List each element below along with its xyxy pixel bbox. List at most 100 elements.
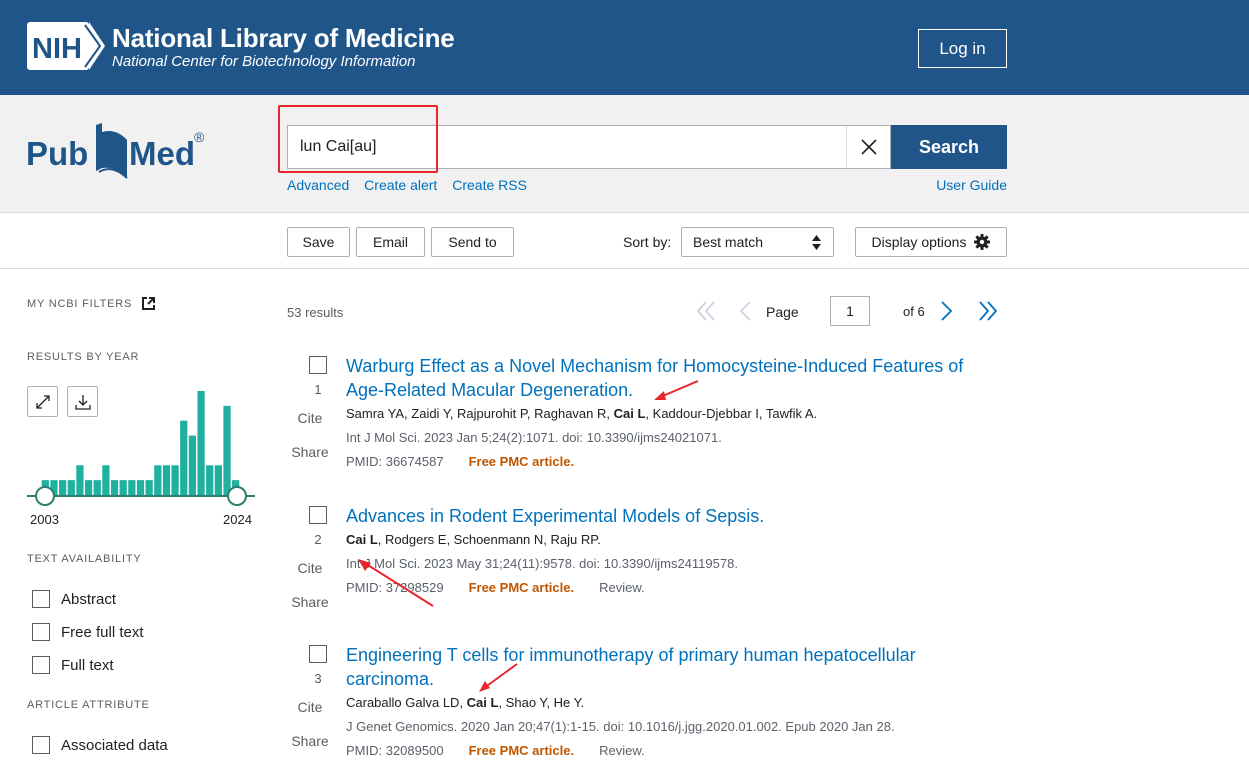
nih-header: NIH National Library of Medicine Nationa… bbox=[0, 0, 1249, 95]
search-input[interactable] bbox=[288, 126, 848, 168]
my-ncbi-filters-label: MY NCBI FILTERS bbox=[27, 297, 133, 310]
clear-search-button[interactable] bbox=[846, 126, 890, 168]
result-number: 1 bbox=[314, 382, 322, 397]
results-by-year-heading: RESULTS BY YEAR bbox=[27, 351, 140, 363]
sort-label: Sort by: bbox=[623, 234, 672, 250]
filter-abstract[interactable]: Abstract bbox=[32, 590, 116, 608]
pubmed-logo-right: Med bbox=[129, 135, 195, 172]
result-authors: Samra YA, Zaidi Y, Rajpurohit P, Raghava… bbox=[346, 406, 818, 421]
result-title-link[interactable]: Advances in Rodent Experimental Models o… bbox=[346, 504, 976, 528]
sort-select[interactable]: Best match bbox=[681, 227, 834, 257]
nih-logo[interactable]: NIH bbox=[27, 22, 105, 70]
page-of-total: of 6 bbox=[903, 304, 925, 319]
display-options-button[interactable]: Display options bbox=[855, 227, 1007, 257]
send-to-button[interactable]: Send to bbox=[431, 227, 514, 257]
result-checkbox[interactable] bbox=[309, 356, 327, 374]
review-badge: Review. bbox=[599, 743, 645, 758]
year-bar[interactable] bbox=[223, 405, 231, 495]
result-meta: PMID: 36674587 Free PMC article. bbox=[346, 454, 574, 469]
search-band: Pub Med ® Search Advanced Create alert C… bbox=[0, 95, 1249, 213]
year-bar[interactable] bbox=[154, 465, 162, 495]
search-box bbox=[287, 125, 891, 169]
free-pmc-badge: Free PMC article. bbox=[468, 454, 575, 469]
year-start-handle[interactable] bbox=[35, 486, 55, 506]
my-ncbi-filters[interactable]: MY NCBI FILTERS bbox=[27, 297, 156, 310]
search-button[interactable]: Search bbox=[891, 125, 1007, 169]
year-bar[interactable] bbox=[188, 435, 197, 495]
highlighted-author: Cai L bbox=[613, 406, 646, 421]
cite-button[interactable]: Cite bbox=[287, 560, 333, 576]
year-end-handle[interactable] bbox=[227, 486, 247, 506]
result-citation: Int J Mol Sci. 2023 Jan 5;24(2):1071. do… bbox=[346, 430, 722, 445]
year-bar[interactable] bbox=[67, 480, 75, 495]
filter-free-full-text[interactable]: Free full text bbox=[32, 623, 144, 641]
checkbox[interactable] bbox=[32, 590, 50, 608]
login-button[interactable]: Log in bbox=[918, 29, 1007, 68]
review-badge: Review. bbox=[599, 580, 645, 595]
prev-page-icon[interactable] bbox=[738, 300, 752, 322]
year-bar[interactable] bbox=[119, 480, 127, 495]
result-citation: Int J Mol Sci. 2023 May 31;24(11):9578. … bbox=[346, 556, 738, 571]
last-page-icon[interactable] bbox=[977, 300, 999, 322]
filter-full-text[interactable]: Full text bbox=[32, 656, 114, 674]
year-bar[interactable] bbox=[162, 465, 171, 495]
result-pmid: PMID: 36674587 bbox=[346, 454, 444, 469]
filter-label: Full text bbox=[61, 656, 114, 674]
pubmed-logo[interactable]: Pub Med ® bbox=[26, 120, 211, 182]
result-pmid: PMID: 37298529 bbox=[346, 580, 444, 595]
result-number: 2 bbox=[314, 532, 322, 547]
year-bar[interactable] bbox=[180, 420, 188, 495]
text-availability-heading: TEXT AVAILABILITY bbox=[27, 553, 142, 565]
nih-subtitle: National Center for Biotechnology Inform… bbox=[112, 53, 416, 70]
results-toolbar: Save Email Send to Sort by: Best match D… bbox=[0, 214, 1249, 269]
year-bar[interactable] bbox=[110, 480, 119, 495]
create-alert-link[interactable]: Create alert bbox=[364, 177, 437, 193]
results-by-year-chart[interactable] bbox=[27, 385, 257, 512]
year-bar[interactable] bbox=[136, 480, 145, 495]
result-title-link[interactable]: Warburg Effect as a Novel Mechanism for … bbox=[346, 354, 976, 402]
result-checkbox[interactable] bbox=[309, 506, 327, 524]
checkbox[interactable] bbox=[32, 656, 50, 674]
share-button[interactable]: Share bbox=[287, 733, 333, 749]
first-page-icon[interactable] bbox=[695, 300, 717, 322]
year-bar[interactable] bbox=[197, 391, 205, 495]
page-number-input[interactable]: 1 bbox=[830, 296, 870, 326]
result-checkbox[interactable] bbox=[309, 645, 327, 663]
year-bar[interactable] bbox=[93, 480, 101, 495]
year-bar[interactable] bbox=[102, 465, 110, 495]
cite-button[interactable]: Cite bbox=[287, 699, 333, 715]
year-bar[interactable] bbox=[76, 465, 84, 495]
share-button[interactable]: Share bbox=[287, 444, 333, 460]
next-page-icon[interactable] bbox=[940, 300, 954, 322]
sort-value: Best match bbox=[693, 234, 764, 250]
page-label: Page bbox=[766, 304, 799, 320]
year-bar[interactable] bbox=[171, 465, 179, 495]
result-pmid: PMID: 32089500 bbox=[346, 743, 444, 758]
highlighted-author: Cai L bbox=[466, 695, 499, 710]
year-bar[interactable] bbox=[145, 480, 153, 495]
share-button[interactable]: Share bbox=[287, 594, 333, 610]
cite-button[interactable]: Cite bbox=[287, 410, 333, 426]
external-link-icon bbox=[142, 297, 156, 310]
gear-icon bbox=[974, 234, 991, 250]
filter-associated-data[interactable]: Associated data bbox=[32, 736, 168, 754]
free-pmc-badge: Free PMC article. bbox=[468, 743, 575, 758]
pubmed-logo-reg: ® bbox=[194, 129, 205, 145]
filter-label: Abstract bbox=[61, 590, 117, 608]
year-bar[interactable] bbox=[206, 465, 214, 495]
result-title-link[interactable]: Engineering T cells for immunotherapy of… bbox=[346, 643, 976, 691]
year-bar[interactable] bbox=[128, 480, 136, 495]
create-rss-link[interactable]: Create RSS bbox=[452, 177, 527, 193]
year-bar[interactable] bbox=[59, 480, 67, 495]
year-bar[interactable] bbox=[84, 480, 93, 495]
email-button[interactable]: Email bbox=[356, 227, 425, 257]
result-meta: PMID: 32089500 Free PMC article. Review. bbox=[346, 743, 645, 758]
save-button[interactable]: Save bbox=[287, 227, 350, 257]
checkbox[interactable] bbox=[32, 736, 50, 754]
year-bar[interactable] bbox=[214, 465, 222, 495]
search-links: Advanced Create alert Create RSS bbox=[287, 177, 538, 193]
user-guide-link[interactable]: User Guide bbox=[936, 177, 1007, 193]
checkbox[interactable] bbox=[32, 623, 50, 641]
advanced-search-link[interactable]: Advanced bbox=[287, 177, 349, 193]
free-pmc-badge: Free PMC article. bbox=[468, 580, 575, 595]
